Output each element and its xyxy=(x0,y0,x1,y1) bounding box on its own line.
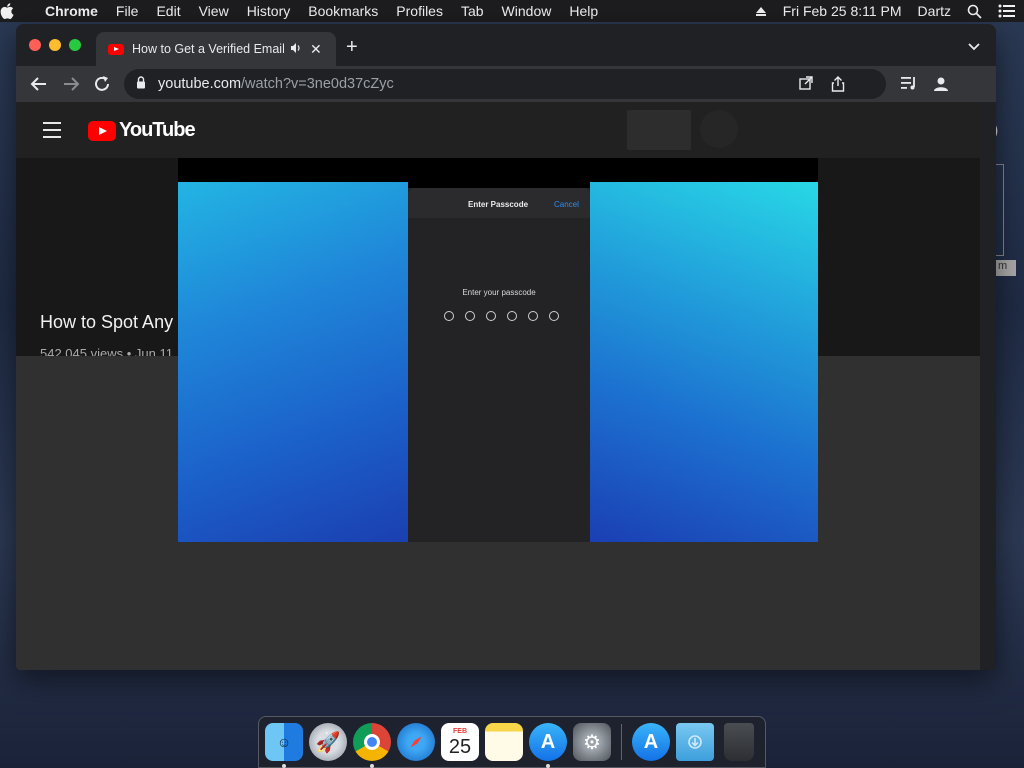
running-indicator xyxy=(546,764,550,768)
passcode-sheet: Enter Passcode Cancel Enter your passcod… xyxy=(408,188,590,542)
running-indicator xyxy=(282,764,286,768)
close-window-button[interactable] xyxy=(29,39,41,51)
menu-bookmarks[interactable]: Bookmarks xyxy=(299,3,387,19)
avatar[interactable] xyxy=(700,110,738,148)
dock-separator xyxy=(621,724,622,760)
finder-icon[interactable]: ☺ xyxy=(265,723,303,768)
menu-tab[interactable]: Tab xyxy=(452,3,493,19)
passcode-dot xyxy=(465,311,475,321)
menu-window[interactable]: Window xyxy=(493,3,561,19)
hamburger-menu-icon[interactable] xyxy=(43,122,61,143)
passcode-dot xyxy=(444,311,454,321)
menu-file[interactable]: File xyxy=(107,3,148,19)
passcode-title: Enter Passcode xyxy=(468,200,529,209)
passcode-dot xyxy=(507,311,517,321)
launchpad-icon[interactable]: 🚀 xyxy=(309,723,347,761)
video-title: How to Spot Any xyxy=(40,312,174,332)
video-player[interactable]: Enter Passcode Cancel Enter your passcod… xyxy=(178,158,818,542)
tab-search-chevron-icon[interactable] xyxy=(968,38,980,56)
tab-audio-icon[interactable] xyxy=(290,42,302,57)
clock[interactable]: Fri Feb 25 8:11 PM xyxy=(775,3,910,19)
downloads-folder-icon[interactable] xyxy=(676,723,714,761)
media-control-icon[interactable] xyxy=(900,75,918,96)
browser-toolbar: youtube.com/watch?v=3ne0d37cZyc xyxy=(16,66,996,102)
new-tab-button[interactable]: + xyxy=(346,36,358,59)
calendar-month: FEB xyxy=(453,727,467,735)
reload-button[interactable] xyxy=(93,75,111,98)
passcode-dot xyxy=(528,311,538,321)
passcode-dot xyxy=(549,311,559,321)
passcode-prompt: Enter your passcode xyxy=(462,288,536,297)
eject-icon[interactable] xyxy=(747,5,775,17)
share-icon[interactable] xyxy=(831,76,845,96)
menu-history[interactable]: History xyxy=(238,3,300,19)
back-button[interactable] xyxy=(30,75,48,98)
menu-app-name[interactable]: Chrome xyxy=(36,3,107,19)
system-preferences-icon[interactable]: ⚙ xyxy=(573,723,611,761)
safari-icon[interactable] xyxy=(397,723,435,761)
tab-strip: How to Get a Verified Email ✕ + xyxy=(16,24,996,66)
chrome-window: How to Get a Verified Email ✕ + youtube.… xyxy=(16,24,996,670)
trash-icon[interactable] xyxy=(724,723,754,761)
passcode-header: Enter Passcode Cancel xyxy=(408,188,590,218)
app-store-icon[interactable]: A xyxy=(529,723,567,768)
passcode-cancel: Cancel xyxy=(554,200,579,209)
address-path: /watch?v=3ne0d37cZyc xyxy=(241,76,394,92)
dock: ☺ 🚀 FEB 25 A ⚙ A xyxy=(258,716,766,768)
forward-button[interactable] xyxy=(62,75,80,98)
spotlight-search-icon[interactable] xyxy=(959,4,990,19)
desktop-peek-tag: m xyxy=(996,260,1016,276)
youtube-logo[interactable]: YouTube xyxy=(88,119,196,142)
passcode-dot xyxy=(486,311,496,321)
menu-edit[interactable]: Edit xyxy=(147,3,189,19)
desktop-peek-frame xyxy=(996,164,1004,256)
open-in-app-icon[interactable] xyxy=(799,76,813,94)
menu-help[interactable]: Help xyxy=(560,3,607,19)
notes-icon[interactable] xyxy=(485,723,523,761)
youtube-play-icon xyxy=(88,120,116,141)
video-right-panel xyxy=(590,182,818,542)
control-center-icon[interactable] xyxy=(990,4,1024,18)
video-left-panel xyxy=(178,182,408,542)
menu-profiles[interactable]: Profiles xyxy=(387,3,452,19)
address-bar[interactable]: youtube.com/watch?v=3ne0d37cZyc xyxy=(124,69,886,99)
menu-bar: Chrome File Edit View History Bookmarks … xyxy=(0,0,1024,22)
passcode-dots xyxy=(444,311,570,321)
running-indicator xyxy=(370,764,374,768)
chrome-icon[interactable] xyxy=(353,723,391,768)
menu-view[interactable]: View xyxy=(190,3,238,19)
minimize-window-button[interactable] xyxy=(49,39,61,51)
tab-youtube[interactable]: How to Get a Verified Email ✕ xyxy=(96,32,336,66)
apple-menu-icon[interactable] xyxy=(0,3,36,19)
app-store-folder-icon[interactable]: A xyxy=(632,723,670,761)
youtube-logo-text: YouTube xyxy=(119,119,196,141)
lock-icon[interactable] xyxy=(136,75,146,93)
header-placeholder-button[interactable] xyxy=(627,110,691,150)
tab-close-icon[interactable]: ✕ xyxy=(310,41,322,58)
fullscreen-window-button[interactable] xyxy=(69,39,81,51)
youtube-page: YouTube How to Spot Any 542,045 views • … xyxy=(16,102,980,670)
user-name[interactable]: Dartz xyxy=(910,3,959,19)
calendar-day: 25 xyxy=(448,735,472,758)
youtube-header: YouTube xyxy=(16,102,980,158)
address-host: youtube.com xyxy=(158,76,242,92)
calendar-icon[interactable]: FEB 25 xyxy=(441,723,479,761)
youtube-favicon-icon xyxy=(108,43,124,55)
profile-icon[interactable] xyxy=(932,75,950,98)
tab-title: How to Get a Verified Email xyxy=(132,42,284,56)
